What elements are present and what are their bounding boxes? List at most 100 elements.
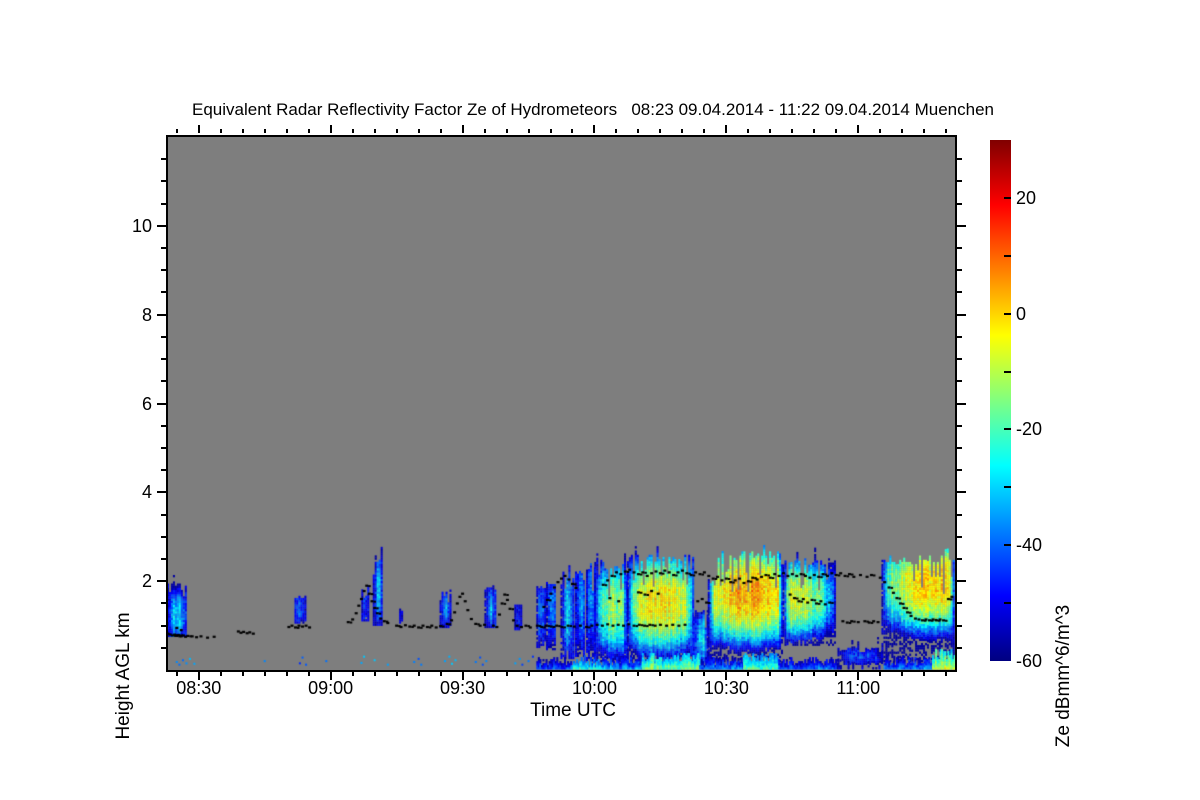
x-minor-tick xyxy=(879,129,882,133)
colorbar-tick-label: -40 xyxy=(1016,535,1043,556)
x-major-tick xyxy=(197,125,200,133)
x-minor-tick xyxy=(571,672,574,676)
x-minor-tick xyxy=(285,672,288,676)
x-minor-tick xyxy=(813,672,816,676)
y-minor-tick xyxy=(957,335,962,338)
x-major-tick xyxy=(857,125,860,133)
y-minor-tick xyxy=(957,513,962,516)
x-minor-tick xyxy=(505,129,508,133)
x-major-tick xyxy=(725,125,728,133)
x-minor-tick xyxy=(835,672,838,676)
y-minor-tick xyxy=(161,358,166,361)
y-minor-tick xyxy=(161,291,166,294)
y-tick-label: 10 xyxy=(131,215,152,236)
y-minor-tick xyxy=(957,557,962,560)
y-major-tick xyxy=(157,491,166,494)
colorbar-tick-label: 20 xyxy=(1016,187,1037,208)
x-minor-tick xyxy=(923,672,926,676)
x-tick-label: 10:30 xyxy=(703,678,749,698)
x-minor-tick xyxy=(703,672,706,676)
y-tick-label: 4 xyxy=(141,482,152,503)
y-major-tick xyxy=(157,402,166,405)
x-minor-tick xyxy=(351,672,354,676)
colorbar-tick xyxy=(1004,370,1011,373)
colorbar-unit-label: Ze dBmm^6/m^3 xyxy=(1053,604,1074,748)
y-tick-label: 6 xyxy=(141,393,152,414)
x-minor-tick xyxy=(307,129,310,133)
x-minor-tick xyxy=(483,672,486,676)
x-minor-tick xyxy=(747,672,750,676)
x-minor-tick xyxy=(615,672,618,676)
heatmap-canvas xyxy=(168,137,955,670)
x-minor-tick xyxy=(549,129,552,133)
y-minor-tick xyxy=(161,446,166,449)
x-minor-tick xyxy=(395,129,398,133)
x-minor-tick xyxy=(835,129,838,133)
y-minor-tick xyxy=(957,380,962,383)
y-tick-label: 2 xyxy=(141,571,152,592)
x-tick-label: 08:30 xyxy=(176,678,222,698)
y-major-tick xyxy=(957,402,966,405)
y-minor-tick xyxy=(161,646,166,649)
x-tick-label: 09:30 xyxy=(440,678,486,698)
x-minor-tick xyxy=(483,129,486,133)
y-minor-tick xyxy=(957,269,962,272)
x-minor-tick xyxy=(637,129,640,133)
y-minor-tick xyxy=(957,624,962,627)
y-minor-tick xyxy=(957,535,962,538)
colorbar-tick xyxy=(1004,544,1011,547)
x-minor-tick xyxy=(285,129,288,133)
colorbar-tick-label: -20 xyxy=(1016,419,1043,440)
x-minor-tick xyxy=(263,672,266,676)
x-minor-tick xyxy=(351,129,354,133)
x-minor-tick xyxy=(615,129,618,133)
y-minor-tick xyxy=(161,335,166,338)
y-minor-tick xyxy=(161,247,166,250)
y-minor-tick xyxy=(161,202,166,205)
x-minor-tick xyxy=(659,672,662,676)
y-minor-tick xyxy=(161,380,166,383)
colorbar-tick xyxy=(1004,602,1011,605)
x-minor-tick xyxy=(417,129,420,133)
y-minor-tick xyxy=(957,469,962,472)
y-minor-tick xyxy=(161,602,166,605)
x-minor-tick xyxy=(571,129,574,133)
colorbar-tick xyxy=(1004,196,1011,199)
x-minor-tick xyxy=(439,129,442,133)
chart-title: Equivalent Radar Reflectivity Factor Ze … xyxy=(192,100,994,119)
x-minor-tick xyxy=(373,672,376,676)
x-tick-label: 09:00 xyxy=(308,678,354,698)
y-minor-tick xyxy=(161,469,166,472)
x-minor-tick xyxy=(241,672,244,676)
x-minor-tick xyxy=(175,129,178,133)
x-minor-tick xyxy=(769,129,772,133)
x-minor-tick xyxy=(417,672,420,676)
y-minor-tick xyxy=(957,446,962,449)
y-minor-tick xyxy=(957,247,962,250)
x-minor-tick xyxy=(175,672,178,676)
x-minor-tick xyxy=(219,129,222,133)
x-minor-tick xyxy=(659,129,662,133)
x-minor-tick xyxy=(747,129,750,133)
x-minor-tick xyxy=(263,129,266,133)
x-tick-label: 11:00 xyxy=(836,678,881,698)
y-major-tick xyxy=(157,313,166,316)
x-minor-tick xyxy=(219,672,222,676)
x-major-tick xyxy=(329,125,332,133)
x-minor-tick xyxy=(879,672,882,676)
colorbar-tick xyxy=(1004,428,1011,431)
x-minor-tick xyxy=(373,129,376,133)
x-minor-tick xyxy=(241,129,244,133)
y-major-tick xyxy=(157,224,166,227)
y-tick-label: 8 xyxy=(141,304,152,325)
colorbar-tick xyxy=(1004,254,1011,257)
colorbar-tick xyxy=(1004,312,1011,315)
x-minor-tick xyxy=(681,672,684,676)
y-minor-tick xyxy=(957,646,962,649)
colorbar-tick-label: -60 xyxy=(1016,651,1043,671)
x-minor-tick xyxy=(813,129,816,133)
x-minor-tick xyxy=(439,672,442,676)
y-major-tick xyxy=(157,580,166,583)
x-major-tick xyxy=(461,125,464,133)
x-minor-tick xyxy=(791,129,794,133)
